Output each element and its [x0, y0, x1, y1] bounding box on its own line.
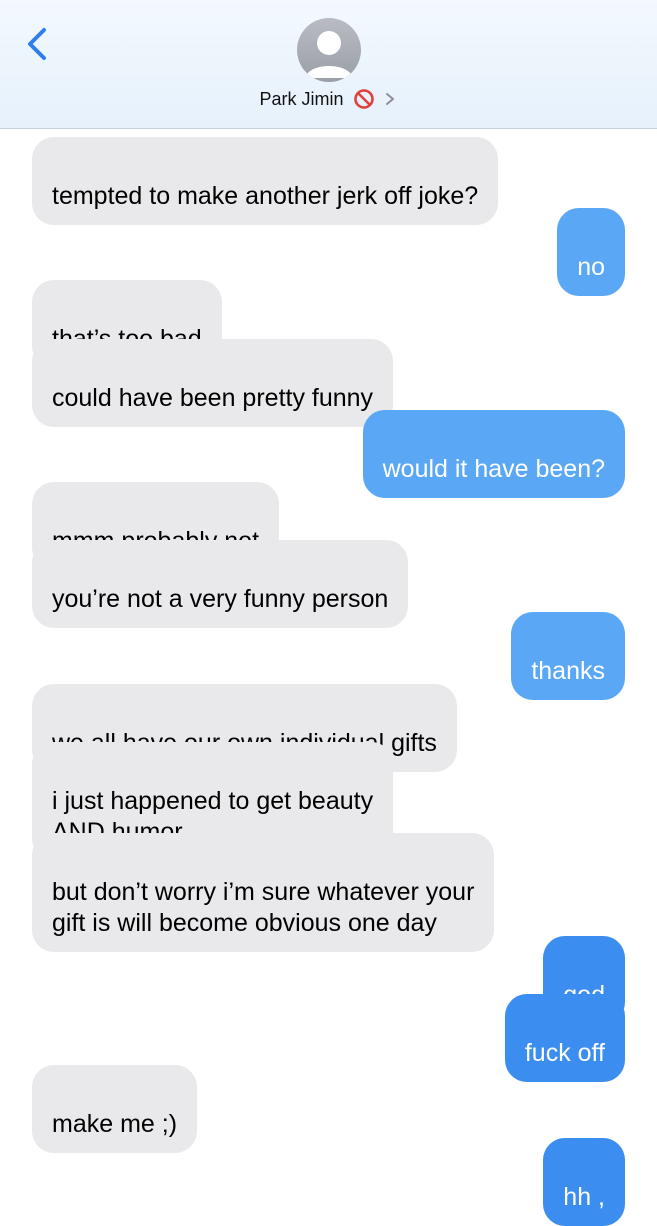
message-text: make me ;)	[52, 1110, 178, 1138]
incoming-message-bubble[interactable]: but don’t worry i’m sure whatever your g…	[32, 833, 495, 952]
outgoing-message-bubble[interactable]: thanks	[511, 612, 625, 700]
message-text: but don’t worry i’m sure whatever your g…	[52, 878, 475, 937]
message-text: thanks	[531, 657, 605, 685]
prohibited-icon	[353, 89, 374, 110]
outgoing-message-bubble[interactable]: hh ,	[543, 1138, 625, 1226]
back-button[interactable]	[20, 22, 56, 66]
incoming-message-bubble[interactable]: you’re not a very funny person	[32, 540, 409, 628]
message-text: hh ,	[563, 1183, 605, 1211]
outgoing-message-bubble[interactable]: no	[557, 208, 625, 296]
incoming-message-bubble[interactable]: tempted to make another jerk off joke?	[32, 137, 499, 225]
message-text: tempted to make another jerk off joke?	[52, 182, 479, 210]
chevron-right-icon	[385, 93, 394, 106]
incoming-message-bubble[interactable]: make me ;)	[32, 1065, 198, 1153]
outgoing-message-bubble[interactable]: would it have been?	[362, 410, 625, 498]
contact-name: Park Jimin	[259, 88, 344, 109]
conversation-header: Park Jimin	[0, 0, 657, 129]
incoming-message-bubble[interactable]: could have been pretty funny	[32, 339, 394, 427]
message-text: fuck off	[524, 1039, 605, 1067]
chevron-left-icon	[28, 28, 46, 60]
avatar[interactable]	[297, 18, 361, 82]
message-text: you’re not a very funny person	[52, 585, 389, 613]
contact-name-button[interactable]: Park Jimin	[0, 88, 657, 110]
message-text: would it have been?	[382, 455, 605, 483]
outgoing-message-bubble[interactable]: fuck off	[504, 994, 625, 1082]
message-text: could have been pretty funny	[52, 384, 374, 412]
message-text: no	[577, 253, 605, 281]
message-thread[interactable]: tempted to make another jerk off joke? n…	[0, 128, 657, 1226]
person-silhouette-icon	[305, 31, 353, 78]
